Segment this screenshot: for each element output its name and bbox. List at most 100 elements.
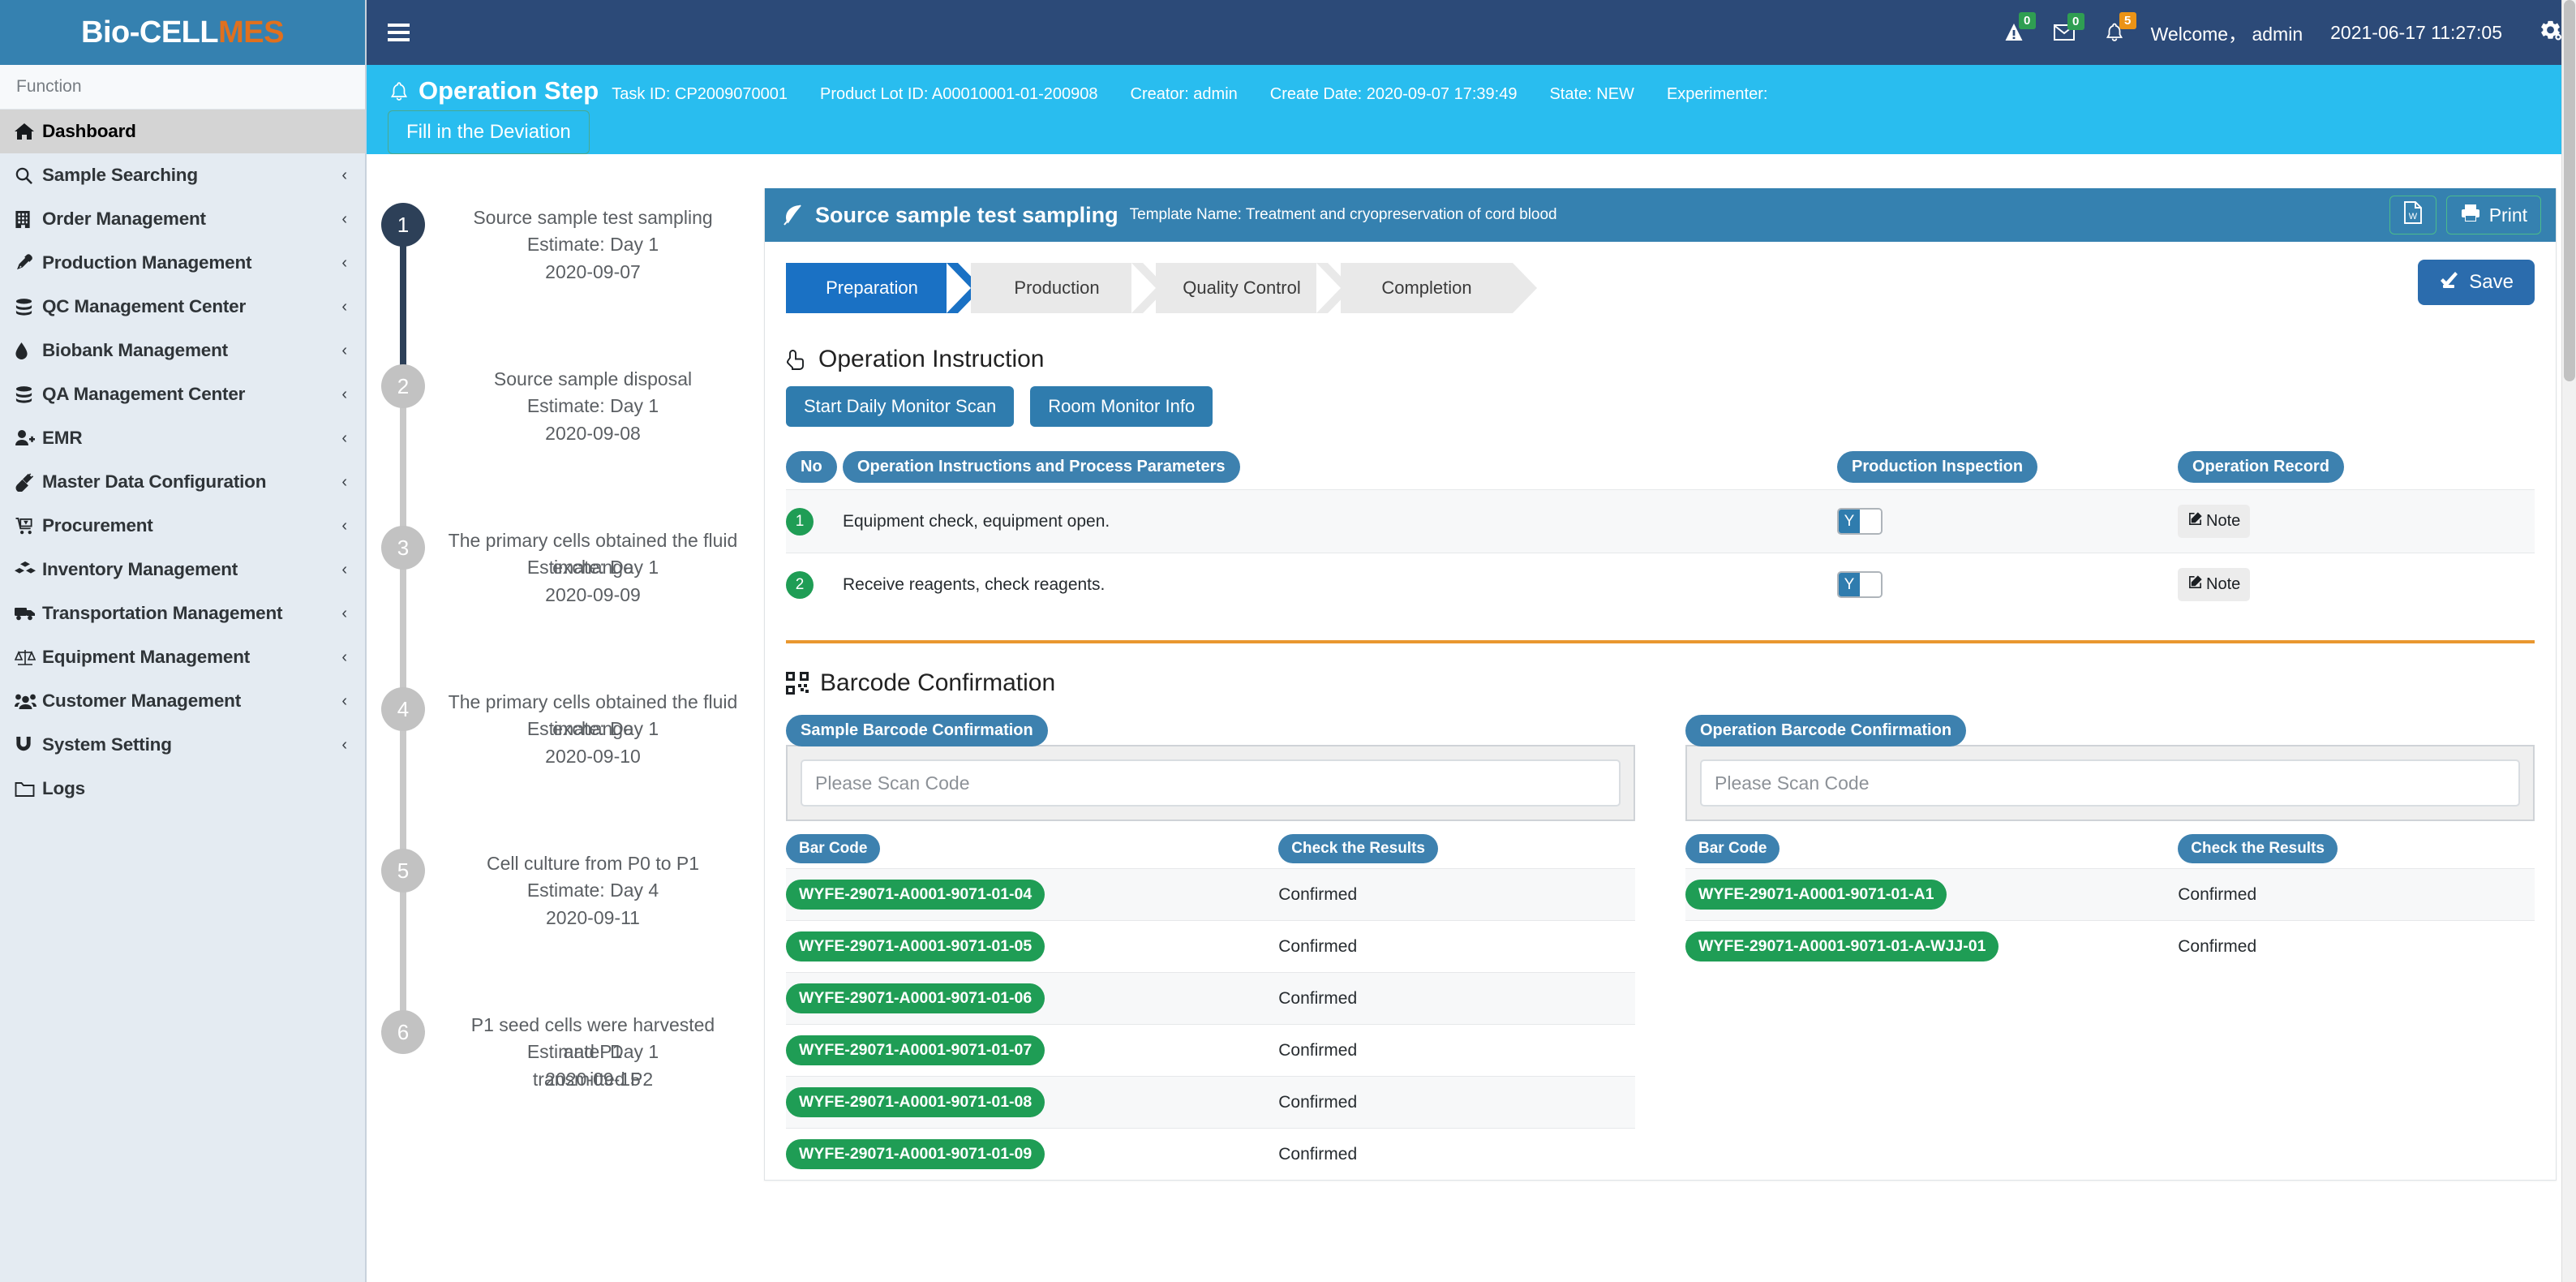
workflow-step-quality-control[interactable]: Quality Control xyxy=(1131,263,1352,313)
col-bar-code: Bar Code xyxy=(786,834,1278,869)
col-bar-code: Bar Code xyxy=(1685,834,2178,869)
workflow-step-production[interactable]: Production xyxy=(947,263,1167,313)
qr-code-icon xyxy=(786,672,809,695)
brand-text: Bio-CELLMES xyxy=(81,15,284,50)
magnet-icon xyxy=(15,736,42,755)
table-row: WYFE-29071-A0001-9071-01-09 Confirmed xyxy=(786,1128,1635,1180)
timeline-marker: 5 xyxy=(367,849,440,1032)
cell-bar-code: WYFE-29071-A0001-9071-01-05 xyxy=(786,920,1279,973)
barcode-columns: Sample Barcode Confirmation Bar Code xyxy=(786,715,2535,1180)
workflow-step-completion[interactable]: Completion xyxy=(1316,263,1537,313)
timeline-item[interactable]: 5 Cell culture from P0 to P1 Estimate: D… xyxy=(367,849,764,1032)
balance-icon xyxy=(15,648,42,666)
page-scrollbar[interactable] xyxy=(2561,0,2576,1282)
timeline-marker: 1 xyxy=(367,203,440,386)
home-icon xyxy=(15,123,42,140)
sidebar-item-qc-management-center[interactable]: QC Management Center ‹ xyxy=(0,285,365,329)
inspection-toggle[interactable]: Y xyxy=(1837,571,1883,598)
sidebar-item-sample-searching[interactable]: Sample Searching ‹ xyxy=(0,153,365,197)
edit-pencil-icon xyxy=(2187,511,2203,531)
cell-result: Confirmed xyxy=(2178,868,2535,921)
sidebar-item-transportation-management[interactable]: Transportation Management ‹ xyxy=(0,592,365,635)
mail-button[interactable]: 0 xyxy=(2053,13,2084,41)
timeline-connector xyxy=(400,225,406,386)
card-body: Preparation Production Quality Control C… xyxy=(765,242,2556,1180)
col-check-results: Check the Results xyxy=(2178,834,2535,869)
cell-bar-code: WYFE-29071-A0001-9071-01-A-WJJ-01 xyxy=(1685,920,2179,972)
hamburger-menu-icon[interactable] xyxy=(388,24,410,41)
note-button[interactable]: Note xyxy=(2178,568,2251,601)
timeline-item[interactable]: 1 Source sample test sampling Estimate: … xyxy=(367,203,764,386)
scrollbar-thumb[interactable] xyxy=(2564,0,2575,381)
sidebar-item-label: EMR xyxy=(42,428,83,448)
sidebar-item-biobank-management[interactable]: Biobank Management ‹ xyxy=(0,329,365,372)
save-check-icon xyxy=(2439,270,2459,295)
print-button[interactable]: Print xyxy=(2445,196,2541,234)
step-label: Quality Control xyxy=(1183,277,1301,298)
timeline-estimate: Estimate: Day 4 xyxy=(526,880,659,901)
fill-in-deviation-button[interactable]: Fill in the Deviation xyxy=(388,110,590,154)
sidebar-item-inventory-management[interactable]: Inventory Management ‹ xyxy=(0,548,365,592)
workflow-step-preparation[interactable]: Preparation xyxy=(786,263,982,313)
timeline-text: P1 seed cells were harvested Estimate: D… xyxy=(440,1010,764,1093)
sidebar-item-equipment-management[interactable]: Equipment Management ‹ xyxy=(0,635,365,679)
timeline-item[interactable]: 4 The primary cells obtained the fluid E… xyxy=(367,687,764,871)
cell-bar-code: WYFE-29071-A0001-9071-01-09 xyxy=(786,1128,1279,1180)
chevron-left-icon: ‹ xyxy=(341,297,347,316)
barcode-confirmation-title: Barcode Confirmation xyxy=(820,669,1056,696)
sidebar-item-logs[interactable]: Logs xyxy=(0,767,365,811)
brand-logo[interactable]: Bio-CELLMES xyxy=(0,0,365,65)
sample-scan-input[interactable] xyxy=(801,759,1621,807)
sidebar-item-emr[interactable]: EMR ‹ xyxy=(0,416,365,460)
brand-text-primary: Bio-CELL xyxy=(81,15,219,49)
warning-alert-button[interactable]: 0 xyxy=(2005,12,2036,42)
chevron-left-icon: ‹ xyxy=(341,253,347,272)
timeline-step-number: 2 xyxy=(381,364,425,408)
barcode-confirmation-section: Barcode Confirmation Sample Barcode Conf… xyxy=(786,640,2535,1180)
sidebar-item-label: System Setting xyxy=(42,734,172,755)
sidebar-item-master-data-configuration[interactable]: Master Data Configuration ‹ xyxy=(0,460,365,504)
step-label: Preparation xyxy=(826,277,918,298)
database-icon xyxy=(15,298,42,316)
column-header-pill: Production Inspection xyxy=(1837,451,2038,483)
sidebar-item-customer-management[interactable]: Customer Management ‹ xyxy=(0,679,365,723)
bell-outline-icon xyxy=(389,81,409,106)
sidebar-item-label: Production Management xyxy=(42,252,252,273)
table-row: 1 Equipment check, equipment open. Y Not… xyxy=(786,489,2535,553)
timeline-item[interactable]: 2 Source sample disposal Estimate: Day 1… xyxy=(367,364,764,548)
table-row: WYFE-29071-A0001-9071-01-08 Confirmed xyxy=(786,1076,1635,1129)
toggle-on-label: Y xyxy=(1839,573,1860,596)
sidebar-item-production-management[interactable]: Production Management ‹ xyxy=(0,241,365,285)
timeline-step-name: The primary cells obtained the fluid xyxy=(448,691,738,712)
process-timeline: 1 Source sample test sampling Estimate: … xyxy=(367,154,764,1282)
timeline-marker: 6 xyxy=(367,1010,440,1054)
export-word-button[interactable]: W xyxy=(2389,196,2436,234)
room-monitor-info-button[interactable]: Room Monitor Info xyxy=(1030,386,1213,427)
settings-gear-button[interactable] xyxy=(2540,19,2561,45)
sidebar-item-procurement[interactable]: Procurement ‹ xyxy=(0,504,365,548)
operation-scan-input[interactable] xyxy=(1700,759,2520,807)
timeline-item[interactable]: 3 The primary cells obtained the fluid E… xyxy=(367,526,764,709)
inspection-toggle[interactable]: Y xyxy=(1837,508,1883,535)
note-button[interactable]: Note xyxy=(2178,505,2251,538)
cell-inspection: Y xyxy=(1837,489,2178,553)
cell-result: Confirmed xyxy=(1278,1128,1635,1180)
save-button[interactable]: Save xyxy=(2418,260,2535,305)
sidebar-item-order-management[interactable]: Order Management ‹ xyxy=(0,197,365,241)
notification-button[interactable]: 5 xyxy=(2106,12,2136,42)
note-button-label: Note xyxy=(2206,575,2241,593)
word-doc-icon: W xyxy=(2403,201,2423,229)
timeline-item[interactable]: 6 P1 seed cells were harvested Estimate:… xyxy=(367,1010,764,1172)
start-daily-monitor-scan-button[interactable]: Start Daily Monitor Scan xyxy=(786,386,1015,427)
timeline-text: Cell culture from P0 to P1 Estimate: Day… xyxy=(440,849,764,931)
column-header-pill: Bar Code xyxy=(1685,834,1780,863)
sidebar-item-dashboard[interactable]: Dashboard xyxy=(0,110,365,153)
sidebar-item-qa-management-center[interactable]: QA Management Center ‹ xyxy=(0,372,365,416)
sidebar-item-system-setting[interactable]: System Setting ‹ xyxy=(0,723,365,767)
pipette-icon xyxy=(15,253,42,273)
print-button-label: Print xyxy=(2488,204,2527,226)
edit-pencil-icon xyxy=(2187,574,2203,595)
monitor-buttons: Start Daily Monitor Scan Room Monitor In… xyxy=(786,386,2535,427)
folder-icon xyxy=(15,781,42,798)
timeline-step-name: P1 seed cells were harvested xyxy=(470,1014,715,1035)
